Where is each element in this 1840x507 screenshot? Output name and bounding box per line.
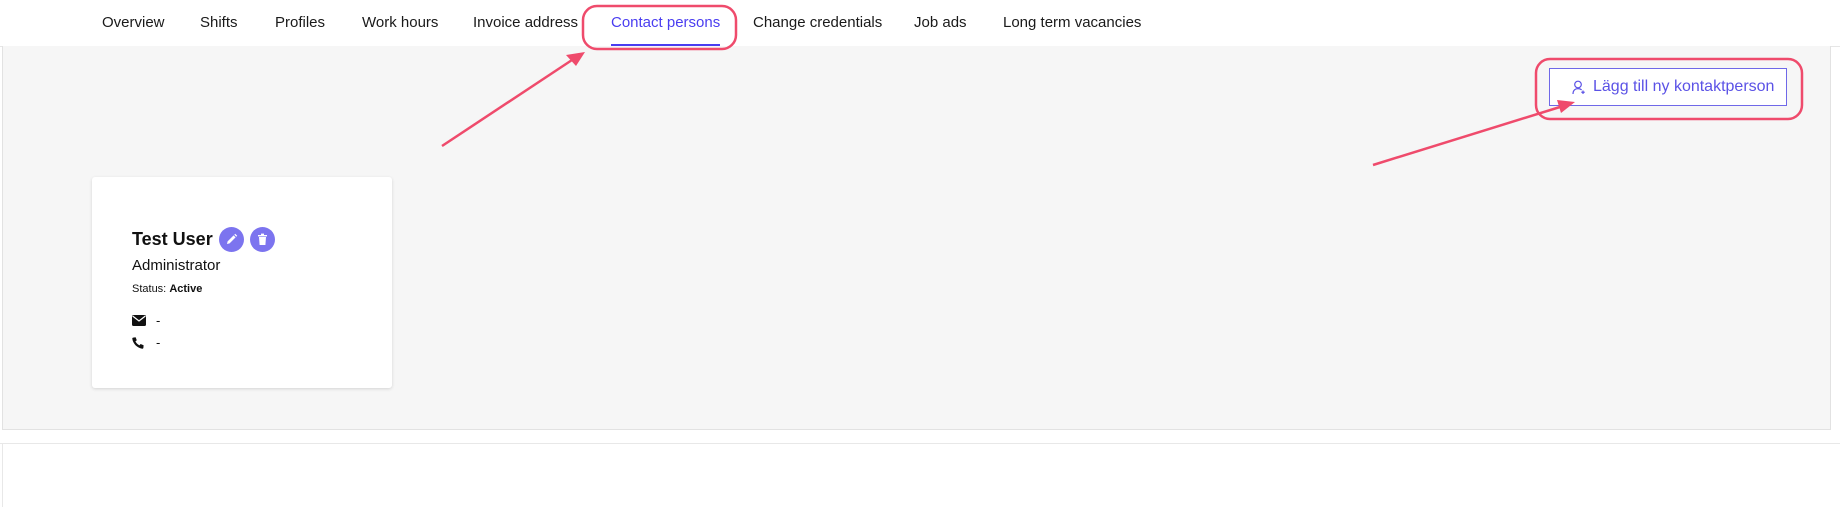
- tab-overview[interactable]: Overview: [102, 0, 165, 46]
- tab-invoice-address[interactable]: Invoice address: [473, 0, 578, 46]
- contact-name: Test User: [132, 229, 213, 249]
- envelope-icon: [132, 315, 148, 326]
- contact-status-value: Active: [169, 283, 203, 295]
- contact-email-row: -: [132, 313, 160, 328]
- trash-icon: [257, 233, 267, 245]
- tab-long-term-vacancies[interactable]: Long term vacancies: [1003, 0, 1141, 46]
- contact-card: Test User Administrator Status: Active -…: [92, 177, 392, 388]
- contact-role: Administrator: [132, 257, 221, 274]
- contact-status: Status: Active: [132, 283, 202, 295]
- footer-edge: [2, 443, 3, 507]
- tab-contact-persons-label: Contact persons: [611, 14, 721, 31]
- tab-job-ads[interactable]: Job ads: [914, 0, 967, 46]
- tab-bar: Overview Shifts Profiles Work hours Invo…: [0, 0, 1840, 47]
- tab-shifts[interactable]: Shifts: [200, 0, 238, 46]
- tab-contact-persons[interactable]: Contact persons: [611, 0, 721, 46]
- footer-divider: [0, 443, 1840, 444]
- contact-phone: -: [156, 335, 161, 350]
- tab-change-credentials[interactable]: Change credentials: [753, 0, 882, 46]
- add-contact-person-label: Lägg till ny kontaktperson: [1593, 78, 1775, 95]
- contact-phone-row: -: [132, 335, 160, 350]
- delete-contact-button[interactable]: [249, 227, 275, 252]
- edit-icon: [226, 233, 237, 244]
- phone-icon: [132, 336, 148, 349]
- contact-email: -: [156, 313, 161, 328]
- tab-profiles[interactable]: Profiles: [275, 0, 325, 46]
- edit-contact-button[interactable]: [218, 227, 244, 252]
- user-plus-icon: [1572, 80, 1586, 95]
- contact-status-label: Status:: [132, 283, 167, 295]
- contact-name-row: Test User: [132, 227, 275, 252]
- tab-work-hours[interactable]: Work hours: [362, 0, 438, 46]
- add-contact-person-button[interactable]: Lägg till ny kontaktperson: [1549, 68, 1787, 106]
